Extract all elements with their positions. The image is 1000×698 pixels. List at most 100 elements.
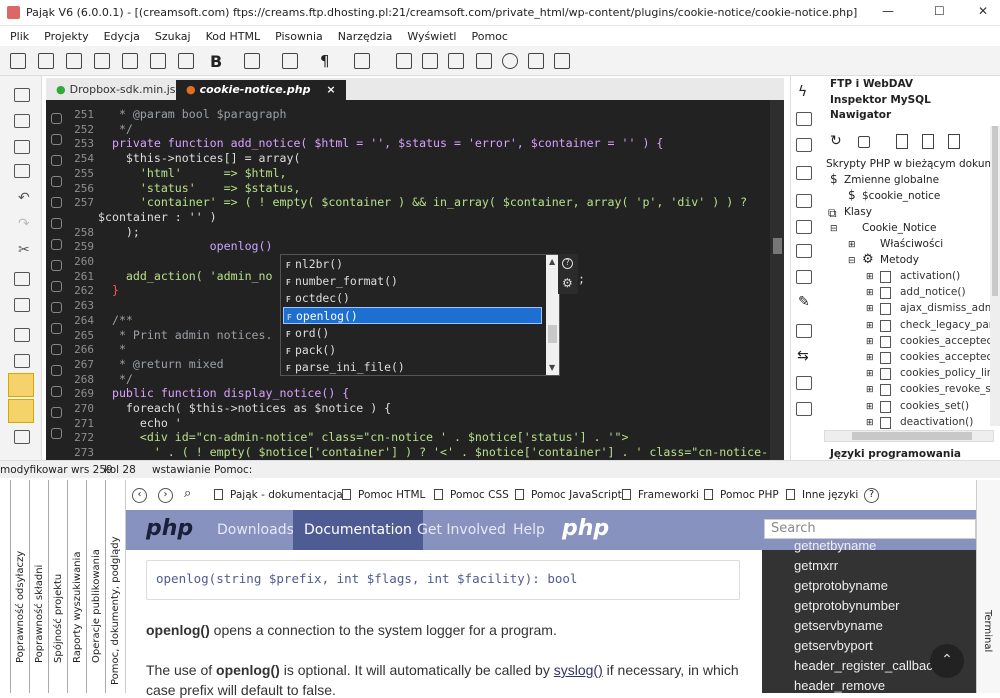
- frame-icon[interactable]: [796, 244, 812, 258]
- gutter-icon[interactable]: [51, 323, 62, 334]
- php-search-input[interactable]: Search: [764, 519, 976, 539]
- expand-icon[interactable]: ⊞: [866, 337, 874, 347]
- block-icon[interactable]: [244, 53, 260, 69]
- tab-cookie-notice[interactable]: ● cookie-notice.php ×: [176, 80, 346, 100]
- layout-icon[interactable]: [178, 53, 194, 69]
- lock-icon[interactable]: [858, 136, 870, 148]
- refresh-icon[interactable]: ↻: [830, 133, 842, 149]
- tab-help-docs[interactable]: Pomoc, dokumenty, podglądy: [105, 480, 124, 693]
- open-folder-icon[interactable]: [14, 114, 30, 128]
- tree-method[interactable]: cookies_accepted_s: [900, 351, 1000, 363]
- function-link[interactable]: getprotobyname: [794, 578, 888, 593]
- menu-kod-html[interactable]: Kod HTML: [196, 26, 265, 43]
- expand-icon[interactable]: ⊞: [866, 385, 874, 395]
- menu-szukaj[interactable]: Szukaj: [145, 26, 196, 43]
- help-link-php[interactable]: Pomoc PHP: [704, 489, 779, 501]
- collapse-icon[interactable]: ⊟: [848, 256, 856, 266]
- table-icon[interactable]: [150, 53, 166, 69]
- code-line[interactable]: );: [98, 225, 140, 239]
- autocomplete-item[interactable]: Fnl2br(): [283, 256, 542, 273]
- panel-side-toggle[interactable]: [8, 399, 34, 423]
- tab-search-reports[interactable]: Raporty wyszukiwania: [67, 480, 86, 693]
- autocomplete-item[interactable]: Fnumber_format(): [283, 273, 542, 290]
- tree-global-var[interactable]: $cookie_notice: [862, 190, 940, 202]
- gutter-icon[interactable]: [51, 365, 62, 376]
- tree-method[interactable]: cookies_revoke_sho: [900, 383, 1000, 395]
- tree-method[interactable]: cookies_accepted(): [900, 335, 1000, 347]
- image-icon[interactable]: [396, 53, 412, 69]
- html-icon[interactable]: [896, 134, 908, 149]
- forward-icon[interactable]: ›: [158, 488, 173, 503]
- paint-icon[interactable]: [122, 53, 138, 69]
- scroll-top-button[interactable]: ⌃: [930, 644, 964, 678]
- code-line[interactable]: public function display_notice() {: [98, 386, 349, 400]
- window-icon[interactable]: [796, 270, 812, 284]
- code-line[interactable]: */: [98, 122, 133, 136]
- code-line[interactable]: * @return mixed: [98, 357, 224, 371]
- rows-icon[interactable]: [282, 53, 298, 69]
- tree-method[interactable]: add_notice(): [900, 286, 966, 298]
- database-icon[interactable]: [796, 112, 812, 126]
- editor-scrollbar[interactable]: [770, 100, 784, 460]
- html-icon[interactable]: [796, 138, 812, 152]
- menu-narzedzia[interactable]: Narzędzia: [328, 26, 398, 43]
- function-link[interactable]: header_register_callback: [794, 658, 939, 673]
- settings-icon[interactable]: ⚙: [562, 276, 573, 290]
- menu-projekty[interactable]: Projekty: [34, 26, 93, 43]
- scroll-thumb[interactable]: [548, 325, 557, 343]
- css-icon[interactable]: [948, 134, 960, 149]
- code-line[interactable]: 'container' => ( ! empty( $container ) &…: [98, 195, 747, 209]
- crop-icon[interactable]: [422, 53, 438, 69]
- tree-method[interactable]: deactivation(): [900, 416, 973, 428]
- maximize-button[interactable]: ☐: [934, 4, 945, 18]
- tree-hscroll-thumb[interactable]: [852, 432, 972, 440]
- panel-navigator[interactable]: Nawigator: [830, 109, 891, 121]
- save-icon[interactable]: [14, 140, 30, 154]
- gutter-icon[interactable]: [51, 155, 62, 166]
- tab-link-check[interactable]: Poprawność odsyłaczy: [10, 480, 29, 693]
- code-line[interactable]: * Print admin notices.: [98, 328, 273, 342]
- menu-edycja[interactable]: Edycja: [94, 26, 145, 43]
- lightning-icon[interactable]: ϟ: [798, 84, 807, 100]
- autocomplete-item[interactable]: Fpack(): [283, 342, 542, 359]
- tree-methods[interactable]: Metody: [880, 254, 919, 266]
- search-doc-icon[interactable]: [796, 402, 812, 416]
- code-line[interactable]: echo ': [98, 416, 182, 430]
- close-button[interactable]: ✕: [978, 4, 988, 18]
- minimize-button[interactable]: —: [882, 4, 894, 18]
- panel-bottom-toggle[interactable]: [8, 373, 34, 397]
- tree-globals[interactable]: Zmienne globalne: [844, 174, 939, 186]
- code-line[interactable]: }: [98, 283, 119, 297]
- pen-icon[interactable]: [66, 53, 82, 69]
- picture-icon[interactable]: [448, 53, 464, 69]
- gutter-icon[interactable]: [51, 239, 62, 250]
- help-link-frameworks[interactable]: Frameworki: [622, 489, 699, 501]
- gutter-icon[interactable]: [51, 386, 62, 397]
- image-icon[interactable]: [796, 194, 812, 208]
- panel-icon[interactable]: [14, 354, 30, 368]
- expand-icon[interactable]: ⊞: [866, 418, 874, 428]
- gutter-icon[interactable]: [51, 113, 62, 124]
- code-line[interactable]: *: [98, 342, 126, 356]
- function-link[interactable]: getservbyport: [794, 638, 873, 653]
- nav-help[interactable]: Help: [502, 510, 556, 550]
- code-line[interactable]: $container : '' ): [98, 210, 217, 224]
- magic-icon[interactable]: [476, 53, 492, 69]
- frame-icon[interactable]: [38, 53, 54, 69]
- syslog-link[interactable]: syslog(): [554, 662, 603, 678]
- tree-method[interactable]: activation(): [900, 270, 960, 282]
- help-link-html[interactable]: Pomoc HTML: [342, 489, 425, 501]
- code-line[interactable]: */: [98, 372, 133, 386]
- redo-icon[interactable]: ↷: [18, 216, 30, 232]
- code-line[interactable]: ' . ( ! empty( $notice['container'] ) ? …: [98, 445, 768, 459]
- code-view-icon[interactable]: [14, 328, 30, 342]
- expand-icon[interactable]: ⊞: [848, 240, 856, 250]
- tab-project-consistency[interactable]: Spójność projektu: [48, 480, 67, 693]
- menu-pisownia[interactable]: Pisownia: [265, 26, 328, 43]
- menu-wyswietl[interactable]: Wyświetl: [397, 26, 461, 43]
- collapse-icon[interactable]: ⊟: [830, 224, 838, 234]
- tab-syntax-check[interactable]: Poprawność składni: [29, 480, 48, 693]
- gutter-icon[interactable]: [51, 428, 62, 439]
- autocomplete-item-selected[interactable]: Fopenlog(): [283, 307, 542, 324]
- gutter-icon[interactable]: [51, 302, 62, 313]
